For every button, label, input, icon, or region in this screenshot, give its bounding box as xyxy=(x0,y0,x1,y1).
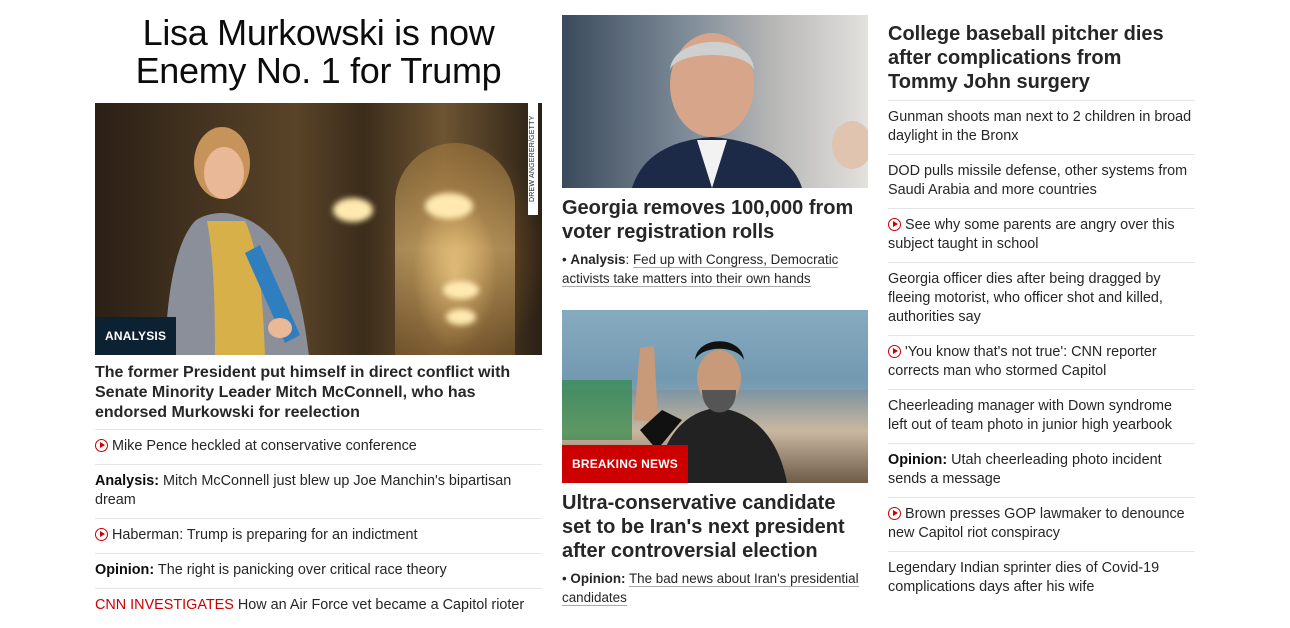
list-item[interactable]: Haberman: Trump is preparing for an indi… xyxy=(95,518,542,553)
list-item[interactable]: Opinion: Utah cheerleading photo inciden… xyxy=(888,443,1195,497)
hero-related-list: Mike Pence heckled at conservative confe… xyxy=(95,429,542,623)
right-column: College baseball pitcher dies after comp… xyxy=(888,0,1195,605)
headline-link[interactable]: Brown presses GOP lawmaker to denounce n… xyxy=(888,506,1185,541)
play-circle-icon xyxy=(95,439,108,452)
headline-link[interactable]: How an Air Force vet became a Capitol ri… xyxy=(238,597,524,613)
list-item[interactable]: 'You know that's not true': CNN reporter… xyxy=(888,335,1195,389)
play-circle-icon xyxy=(95,528,108,541)
headline-link[interactable]: Gunman shoots man next to 2 children in … xyxy=(888,109,1191,144)
kicker-label: Analysis xyxy=(570,252,626,267)
right-headline-list: Gunman shoots man next to 2 children in … xyxy=(888,100,1195,605)
play-circle-icon xyxy=(888,507,901,520)
breaking-news-tag: BREAKING NEWS xyxy=(562,445,688,483)
headline-link[interactable]: Haberman: Trump is preparing for an indi… xyxy=(112,527,418,543)
list-item[interactable]: Legendary Indian sprinter dies of Covid-… xyxy=(888,551,1195,605)
list-item[interactable]: Opinion: The right is panicking over cri… xyxy=(95,553,542,588)
hero-column: Lisa Murkowski is now Enemy No. 1 for Tr… xyxy=(95,0,542,623)
georgia-story-image[interactable] xyxy=(562,15,868,188)
analysis-tag: ANALYSIS xyxy=(95,317,177,355)
cnn-investigates-label: CNN INVESTIGATES xyxy=(95,597,234,613)
georgia-subheadline[interactable]: • Analysis: Fed up with Congress, Democr… xyxy=(562,250,868,288)
right-top-headline[interactable]: College baseball pitcher dies after comp… xyxy=(888,22,1195,94)
hero-image[interactable]: DREW ANGERER/GETTY IMAGES ANALYSIS xyxy=(95,103,542,355)
play-circle-icon xyxy=(888,218,901,231)
list-item[interactable]: See why some parents are angry over this… xyxy=(888,208,1195,262)
iran-story-image[interactable]: BREAKING NEWS xyxy=(562,310,868,483)
headline-link[interactable]: The right is panicking over critical rac… xyxy=(158,562,447,578)
list-item[interactable]: CNN INVESTIGATES How an Air Force vet be… xyxy=(95,588,542,623)
list-item[interactable]: Analysis: Mitch McConnell just blew up J… xyxy=(95,464,542,518)
headline-link[interactable]: Cheerleading manager with Down syndrome … xyxy=(888,398,1172,433)
hero-headline[interactable]: Lisa Murkowski is now Enemy No. 1 for Tr… xyxy=(95,14,542,90)
kicker-label: Opinion: xyxy=(570,571,626,586)
list-item[interactable]: DOD pulls missile defense, other systems… xyxy=(888,154,1195,208)
kicker-label: Opinion: xyxy=(888,452,948,468)
headline-link[interactable]: Georgia officer dies after being dragged… xyxy=(888,271,1163,325)
list-item[interactable]: Gunman shoots man next to 2 children in … xyxy=(888,100,1195,154)
iran-headline[interactable]: Ultra-conservative candidate set to be I… xyxy=(562,491,868,563)
headline-link[interactable]: 'You know that's not true': CNN reporter… xyxy=(888,344,1157,379)
headline-link[interactable]: See why some parents are angry over this… xyxy=(888,217,1175,252)
georgia-headline[interactable]: Georgia removes 100,000 from voter regis… xyxy=(562,196,868,244)
kicker-label: Analysis: xyxy=(95,473,159,489)
list-item[interactable]: Georgia officer dies after being dragged… xyxy=(888,262,1195,335)
middle-column: Georgia removes 100,000 from voter regis… xyxy=(562,0,868,607)
georgia-image-figure xyxy=(632,33,868,188)
image-credit: DREW ANGERER/GETTY IMAGES xyxy=(528,103,542,215)
headline-link[interactable]: Legendary Indian sprinter dies of Covid-… xyxy=(888,560,1159,595)
play-circle-icon xyxy=(888,345,901,358)
list-item[interactable]: Mike Pence heckled at conservative confe… xyxy=(95,429,542,464)
list-item[interactable]: Cheerleading manager with Down syndrome … xyxy=(888,389,1195,443)
kicker-label: Opinion: xyxy=(95,562,155,578)
iran-subheadline[interactable]: • Opinion: The bad news about Iran's pre… xyxy=(562,569,868,607)
headline-link[interactable]: Mike Pence heckled at conservative confe… xyxy=(112,438,417,454)
hero-lead-link[interactable]: The former President put himself in dire… xyxy=(95,363,542,423)
list-item[interactable]: Brown presses GOP lawmaker to denounce n… xyxy=(888,497,1195,551)
headline-link[interactable]: DOD pulls missile defense, other systems… xyxy=(888,163,1187,198)
